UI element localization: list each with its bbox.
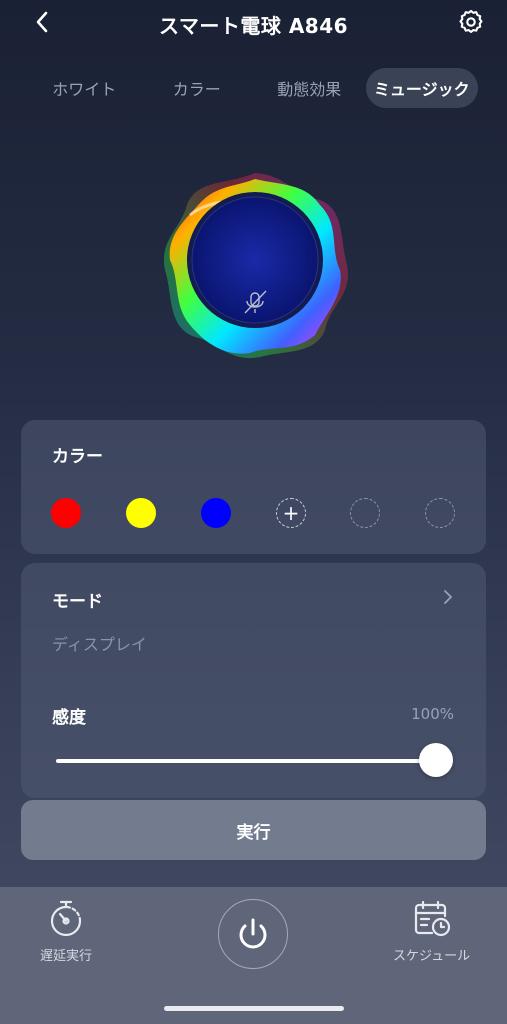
add-color-button[interactable]: + — [276, 498, 306, 528]
tab-white[interactable]: ホワイト — [28, 68, 141, 108]
music-visualizer[interactable] — [155, 165, 355, 365]
header: スマート電球 A846 — [0, 0, 507, 44]
color-card-title: カラー — [52, 447, 103, 467]
mode-value: ディスプレイ — [52, 635, 147, 654]
empty-color-slot[interactable] — [350, 498, 380, 528]
gear-icon — [459, 9, 483, 33]
mode-label[interactable]: モード — [52, 587, 103, 612]
tab-music[interactable]: ミュージック — [365, 68, 478, 108]
sensitivity-slider-track[interactable] — [56, 759, 436, 763]
bottom-bar: 遅延実行 スケジュール — [0, 887, 507, 1024]
calendar-clock-icon — [414, 900, 450, 937]
color-swatch-blue[interactable] — [201, 498, 231, 528]
color-swatch-yellow[interactable] — [126, 498, 156, 528]
sensitivity-slider-thumb[interactable] — [419, 743, 453, 777]
page-title: スマート電球 A846 — [158, 14, 349, 38]
color-swatch-red[interactable] — [51, 498, 81, 528]
schedule-button[interactable]: スケジュール — [393, 899, 470, 964]
power-button[interactable] — [218, 899, 288, 969]
sensitivity-value: 100% — [411, 705, 454, 723]
schedule-label: スケジュール — [393, 949, 471, 964]
delay-run-label: 遅延実行 — [40, 949, 93, 964]
color-swatches: + — [51, 498, 457, 530]
sensitivity-label: 感度 — [52, 708, 86, 728]
empty-color-slot[interactable] — [425, 498, 455, 528]
home-indicator — [164, 1006, 344, 1011]
mode-tabs: ホワイト カラー 動態効果 ミュージック — [28, 68, 478, 108]
tab-color[interactable]: カラー — [141, 68, 254, 108]
settings-button[interactable] — [457, 8, 485, 36]
delay-run-button[interactable]: 遅延実行 — [40, 899, 92, 964]
chevron-right-icon[interactable] — [442, 587, 454, 607]
run-button[interactable]: 実行 — [21, 800, 486, 860]
tab-dynamic[interactable]: 動態効果 — [253, 68, 366, 108]
stopwatch-icon — [50, 900, 82, 937]
power-icon — [239, 918, 267, 949]
mode-card: モード ディスプレイ 感度 100% — [21, 563, 486, 798]
color-card: カラー + — [21, 420, 486, 554]
